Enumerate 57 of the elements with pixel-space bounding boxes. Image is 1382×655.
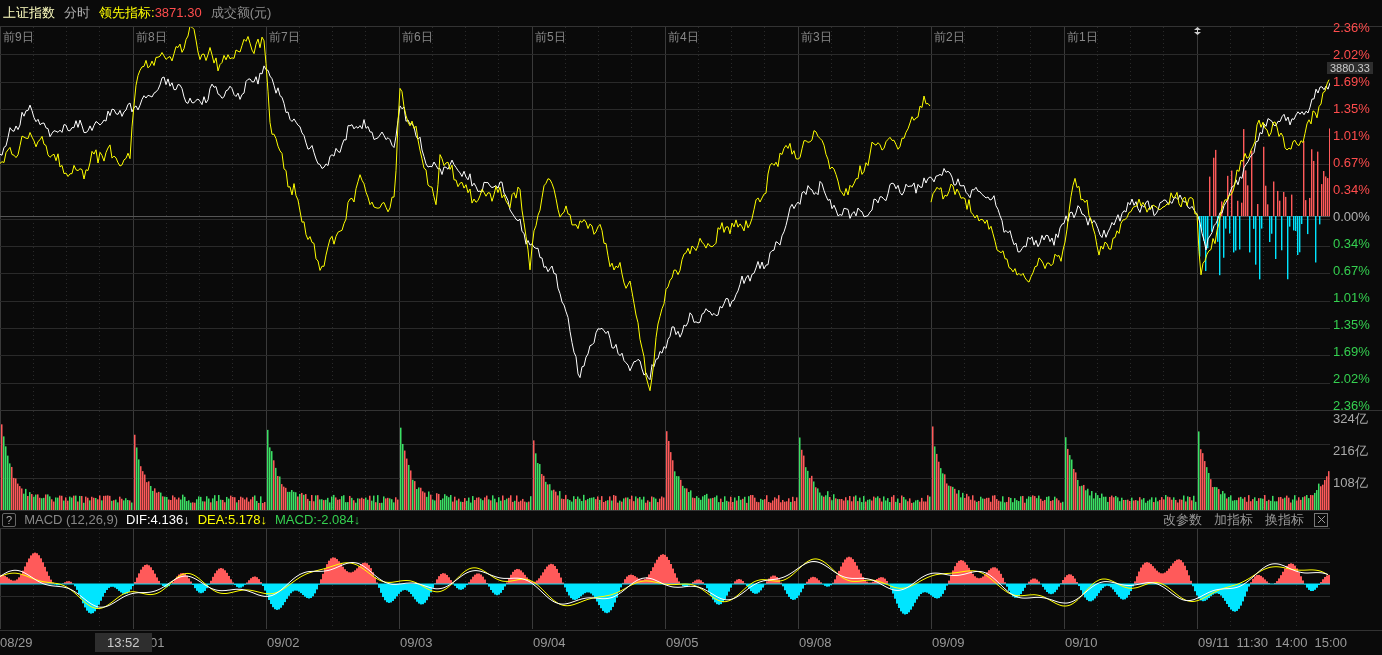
time-label: 09/08: [799, 633, 832, 652]
day-label: 前2日: [933, 29, 966, 46]
indicator-button[interactable]: 加指标: [1212, 509, 1255, 530]
day-label: 前6日: [401, 29, 434, 46]
time-label: 09/05: [666, 633, 699, 652]
cursor-marker-icon: [1194, 27, 1201, 35]
dif-value: DIF:4.136↓: [126, 510, 190, 529]
axis-label: 2.02%: [1333, 48, 1370, 62]
axis-label: 2.36%: [1333, 399, 1370, 413]
axis-label: 1.01%: [1333, 129, 1370, 143]
cursor-time-label: 13:52: [95, 633, 152, 652]
day-label: 前9日: [2, 29, 35, 46]
period-label: 分时: [64, 4, 90, 23]
axis-label: 1.01%: [1333, 291, 1370, 305]
leading-indicator-value: 3871.30: [154, 4, 202, 23]
axis-label: 1.35%: [1333, 102, 1370, 116]
day-label: 前3日: [800, 29, 833, 46]
time-label: 15:00: [1314, 633, 1347, 652]
axis-label: 1.35%: [1333, 318, 1370, 332]
time-label: 09/09: [932, 633, 965, 652]
time-label: 09/11: [1198, 633, 1230, 652]
axis-label: 0.34%: [1333, 183, 1370, 197]
day-label: 前7日: [268, 29, 301, 46]
axis-label: 2.02%: [1333, 372, 1370, 386]
macd-value: MACD:-2.084↓: [275, 510, 361, 529]
day-label: 前4日: [667, 29, 700, 46]
index-name: 上证指数: [3, 4, 55, 23]
axis-label: 0.34%: [1333, 237, 1370, 251]
volume-axis-label: 216亿: [1333, 444, 1369, 458]
axis-label: 1.69%: [1333, 75, 1370, 89]
time-label: 11:30: [1236, 633, 1269, 652]
indicator-button[interactable]: 换指标: [1263, 509, 1306, 530]
price-tag: 3880.33: [1327, 62, 1373, 74]
axis-label: 1.69%: [1333, 345, 1370, 359]
time-label: 08/29: [0, 633, 33, 652]
axis-label: 0.67%: [1333, 156, 1370, 170]
close-icon: [1316, 515, 1326, 524]
indicator-button[interactable]: 改参数: [1161, 509, 1204, 530]
time-label: 09/10: [1065, 633, 1098, 652]
axis-label: 0.67%: [1333, 264, 1370, 278]
day-label: 前1日: [1066, 29, 1099, 46]
time-label: 14:00: [1274, 633, 1308, 652]
close-button[interactable]: [1314, 512, 1328, 527]
help-button[interactable]: ?: [2, 512, 17, 527]
axis-label: 2.36%: [1333, 21, 1370, 35]
day-label: 前8日: [135, 29, 168, 46]
time-label: 09/02: [267, 633, 300, 652]
axis-label: 0.00%: [1333, 210, 1370, 224]
macd-name: MACD (12,26,9): [24, 510, 119, 529]
dea-value: DEA:5.178↓: [197, 510, 267, 529]
volume-axis-label: 108亿: [1333, 476, 1369, 490]
volume-label: 成交额(元): [210, 4, 272, 23]
day-label: 前5日: [534, 29, 567, 46]
time-label: 09/04: [533, 633, 566, 652]
volume-axis-label: 324亿: [1333, 412, 1369, 426]
time-label: 09/03: [400, 633, 433, 652]
leading-indicator-label: 领先指标:: [99, 4, 155, 23]
